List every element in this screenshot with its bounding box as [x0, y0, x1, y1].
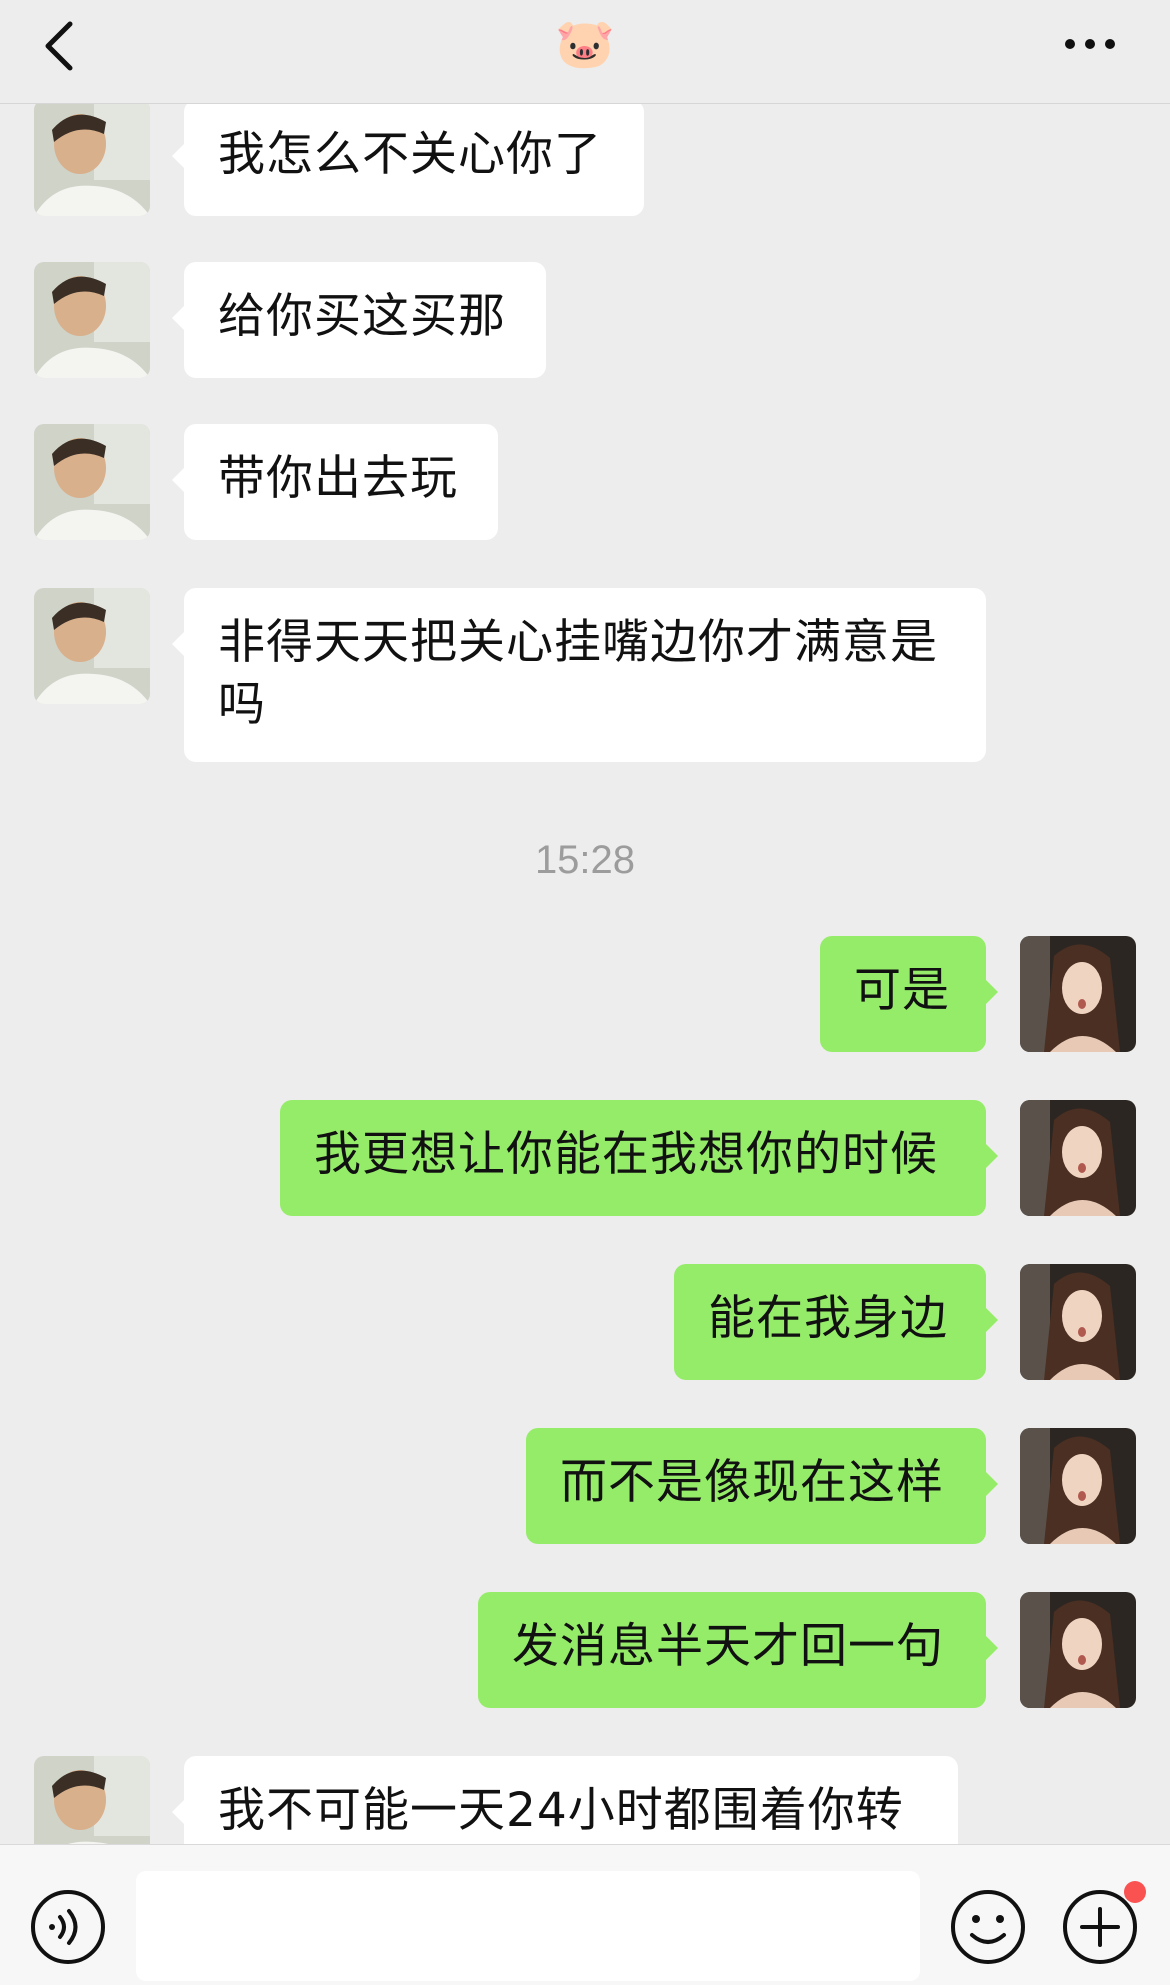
- user-avatar[interactable]: [1020, 1264, 1136, 1380]
- contact-avatar[interactable]: [34, 588, 150, 704]
- contact-avatar[interactable]: [34, 1756, 150, 1844]
- emoji-face-icon[interactable]: [948, 1887, 1028, 1967]
- notification-dot: [1124, 1881, 1146, 1903]
- message-bubble-received[interactable]: 非得天天把关心挂嘴边你才满意是吗: [172, 588, 986, 762]
- chevron-left-icon[interactable]: [40, 18, 80, 74]
- user-avatar[interactable]: [1020, 936, 1136, 1052]
- contact-avatar[interactable]: [34, 104, 150, 216]
- message-bubble-received[interactable]: 带你出去玩: [172, 424, 498, 540]
- user-avatar[interactable]: [1020, 1100, 1136, 1216]
- message-bubble-received[interactable]: 我怎么不关心你了: [172, 104, 644, 216]
- input-toolbar: [0, 1844, 1170, 1985]
- chat-header: 🐷: [0, 0, 1170, 104]
- message-bubble-sent[interactable]: 发消息半天才回一句: [478, 1592, 998, 1708]
- message-timestamp: 15:28: [534, 838, 636, 882]
- contact-avatar[interactable]: [34, 424, 150, 540]
- message-input[interactable]: [136, 1871, 920, 1981]
- message-bubble-sent[interactable]: 能在我身边: [674, 1264, 998, 1380]
- message-bubble-sent[interactable]: 可是: [820, 936, 998, 1052]
- contact-avatar[interactable]: [34, 262, 150, 378]
- message-bubble-sent[interactable]: 而不是像现在这样: [526, 1428, 998, 1544]
- user-avatar[interactable]: [1020, 1592, 1136, 1708]
- voice-icon[interactable]: [28, 1887, 108, 1967]
- chat-title: 🐷: [555, 16, 615, 72]
- message-bubble-received[interactable]: 我不可能一天24小时都围着你转: [172, 1756, 958, 1844]
- more-dots-icon[interactable]: [1060, 26, 1120, 62]
- message-list[interactable]: 我怎么不关心你了 给你买这买那 带你出去玩 非得天天把关心挂嘴边你才满意是吗 1…: [0, 104, 1170, 1844]
- user-avatar[interactable]: [1020, 1428, 1136, 1544]
- message-bubble-received[interactable]: 给你买这买那: [172, 262, 546, 378]
- message-bubble-sent[interactable]: 我更想让你能在我想你的时候: [280, 1100, 998, 1216]
